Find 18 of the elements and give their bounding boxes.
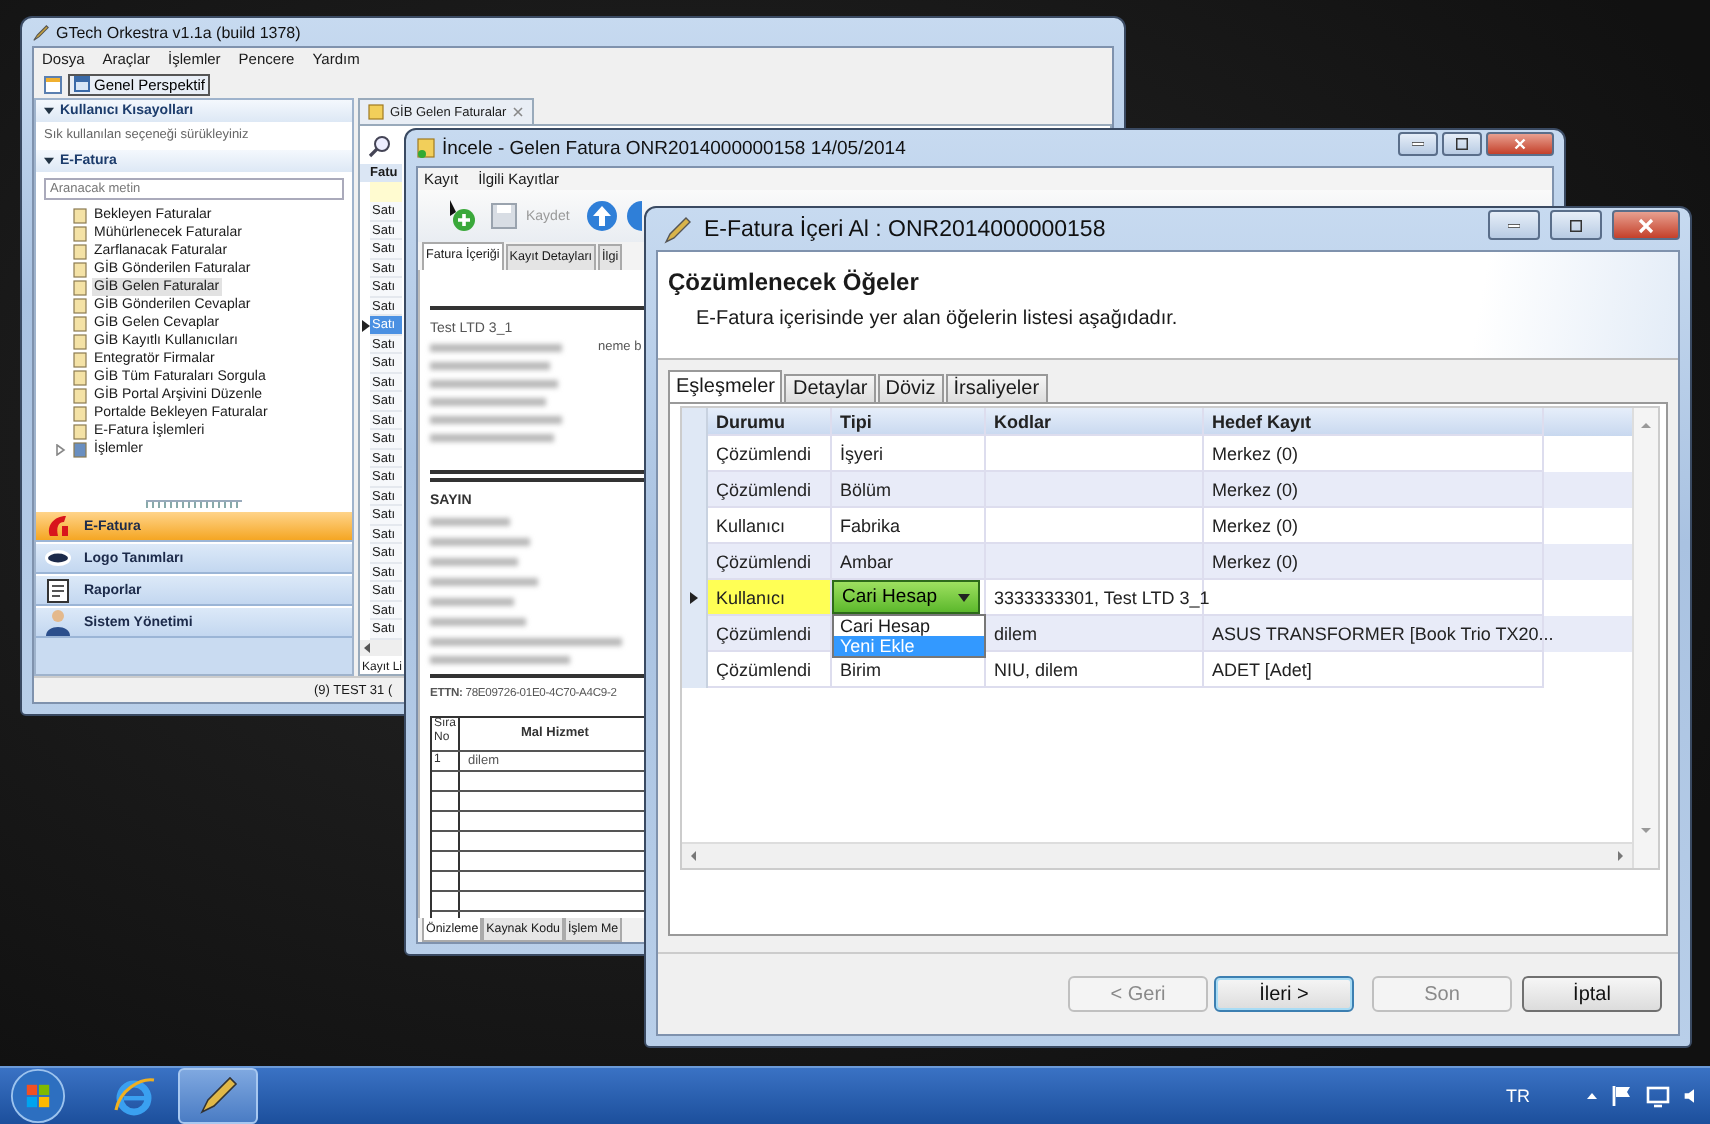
window-title: GTech Orkestra v1.1a (build 1378) <box>56 23 301 41</box>
wizard-button[interactable]: İptal <box>1522 976 1662 1012</box>
tab[interactable]: Eşleşmeler <box>668 370 783 402</box>
tab[interactable]: Detaylar <box>784 374 876 402</box>
dropdown-option[interactable]: Cari Hesap <box>834 616 984 636</box>
tab[interactable]: İrsaliyeler <box>945 374 1048 402</box>
table-cell[interactable]: ADET [Adet] <box>1204 652 1544 688</box>
tab[interactable]: Döviz <box>877 374 944 402</box>
page-description: E-Fatura içerisinde yer alan öğelerin listesi aşağıdadır. <box>696 308 1180 330</box>
table-cell[interactable]: Kullanıcı <box>708 580 832 616</box>
table-cell[interactable]: NIU, dilem <box>986 652 1204 688</box>
page-heading: Çözümlenecek Öğeler <box>668 268 921 296</box>
type-dropdown[interactable]: Cari Hesap <box>832 580 980 614</box>
window-title: E-Fatura İçeri Al : ONR2014000000158 <box>704 217 1106 241</box>
table-cell[interactable]: Çözümlendi <box>708 652 832 688</box>
wizard-button[interactable]: İleri > <box>1214 976 1354 1012</box>
window-title: İncele - Gelen Fatura ONR2014000000158 14/05/2014 <box>442 137 906 159</box>
language-indicator[interactable]: TR <box>1506 1086 1530 1106</box>
